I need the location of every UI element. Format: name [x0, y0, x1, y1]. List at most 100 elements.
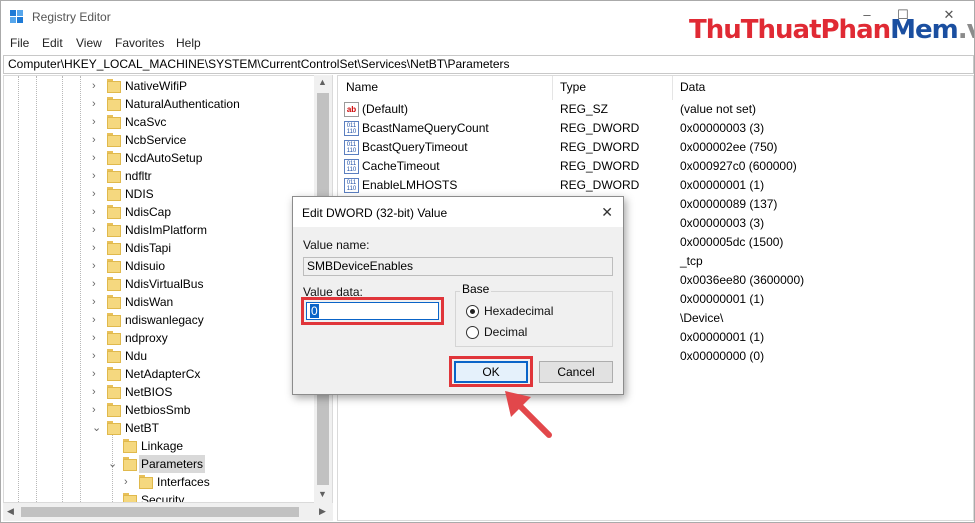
- tree-chevron-icon[interactable]: ⌄: [92, 419, 102, 437]
- close-window-button[interactable]: ✕: [935, 7, 963, 27]
- tree-item[interactable]: › ndiswanlegacy: [4, 311, 314, 329]
- value-data-text: 0: [310, 304, 319, 318]
- tree-item[interactable]: › NdisVirtualBus: [4, 275, 314, 293]
- menu-help[interactable]: Help: [176, 36, 201, 50]
- decimal-label[interactable]: Decimal: [484, 325, 527, 339]
- value-name-cell: BcastNameQueryCount: [362, 121, 489, 135]
- tree-item[interactable]: › NetAdapterCx: [4, 365, 314, 383]
- tree-chevron-icon[interactable]: ›: [92, 329, 102, 347]
- value-data-input[interactable]: 0: [306, 302, 439, 320]
- tree-chevron-icon[interactable]: ›: [92, 347, 102, 365]
- column-data-header[interactable]: Data: [680, 80, 705, 94]
- tree-item[interactable]: Linkage: [4, 437, 314, 455]
- tree-item-label: ndfltr: [125, 169, 152, 183]
- tree-item[interactable]: › NcaSvc: [4, 113, 314, 131]
- decimal-radio[interactable]: [466, 326, 479, 339]
- column-name-header[interactable]: Name: [346, 80, 378, 94]
- tree-item[interactable]: › NativeWifiP: [4, 77, 314, 95]
- menu-file[interactable]: File: [10, 36, 29, 50]
- tree-item[interactable]: › Interfaces: [4, 473, 314, 491]
- value-row[interactable]: 011 110 BcastNameQueryCount REG_DWORD 0x0000…: [338, 119, 973, 138]
- tree-item[interactable]: › ndfltr: [4, 167, 314, 185]
- value-name-cell: (Default): [362, 102, 409, 116]
- tree-item[interactable]: Security: [4, 491, 314, 503]
- scroll-down-icon[interactable]: ▼: [318, 489, 327, 499]
- folder-icon: [107, 169, 121, 183]
- tree-item-label: NetBIOS: [125, 385, 173, 399]
- tree-item[interactable]: › NcdAutoSetup: [4, 149, 314, 167]
- tree-item[interactable]: › NdisImPlatform: [4, 221, 314, 239]
- value-row[interactable]: ab (Default) REG_SZ (value not set): [338, 100, 973, 119]
- tree-item[interactable]: › NDIS: [4, 185, 314, 203]
- tree-chevron-icon[interactable]: ›: [92, 95, 102, 113]
- value-data-cell: 0x00000001 (1): [680, 330, 765, 344]
- tree-item[interactable]: › NetbiosSmb: [4, 401, 314, 419]
- tree-chevron-icon[interactable]: ›: [92, 185, 102, 203]
- tree-item[interactable]: › NdisCap: [4, 203, 314, 221]
- tree-item[interactable]: › NdisTapi: [4, 239, 314, 257]
- ok-button[interactable]: OK: [454, 361, 528, 383]
- tree-item[interactable]: ⌄ Parameters: [4, 455, 314, 473]
- hscroll-thumb[interactable]: [21, 507, 299, 517]
- value-type-cell: REG_DWORD: [560, 178, 640, 192]
- menu-bar: File Edit View Favorites Help: [1, 34, 974, 54]
- scroll-up-icon[interactable]: ▲: [318, 77, 327, 87]
- scroll-right-icon[interactable]: ▶: [319, 506, 326, 517]
- value-row[interactable]: 011 110 BcastQueryTimeout REG_DWORD 0x000002…: [338, 138, 973, 157]
- tree-chevron-icon[interactable]: ›: [92, 149, 102, 167]
- tree-item-label: NaturalAuthentication: [125, 97, 240, 111]
- tree-item[interactable]: › Ndisuio: [4, 257, 314, 275]
- tree-chevron-icon[interactable]: ›: [92, 113, 102, 131]
- tree-item[interactable]: › NdisWan: [4, 293, 314, 311]
- folder-icon: [107, 313, 121, 327]
- folder-icon: [107, 259, 121, 273]
- tree-chevron-icon[interactable]: ›: [92, 401, 102, 419]
- tree-chevron-icon[interactable]: ›: [92, 239, 102, 257]
- tree-chevron-icon[interactable]: ›: [92, 311, 102, 329]
- tree-chevron-icon[interactable]: ›: [92, 365, 102, 383]
- tree-chevron-icon[interactable]: ⌄: [108, 455, 118, 473]
- address-bar[interactable]: Computer\HKEY_LOCAL_MACHINE\SYSTEM\Curre…: [3, 55, 974, 74]
- tree-chevron-icon[interactable]: ›: [92, 383, 102, 401]
- hexadecimal-radio[interactable]: [466, 305, 479, 318]
- folder-icon: [107, 115, 121, 129]
- tree-item[interactable]: › ndproxy: [4, 329, 314, 347]
- tree-chevron-icon[interactable]: ›: [92, 293, 102, 311]
- tree-chevron-icon[interactable]: ›: [92, 167, 102, 185]
- tree-chevron-icon[interactable]: ›: [92, 203, 102, 221]
- tree-item-label: NdisCap: [125, 205, 172, 219]
- scroll-left-icon[interactable]: ◀: [7, 506, 14, 517]
- menu-edit[interactable]: Edit: [42, 36, 63, 50]
- tree-item-label: Ndu: [125, 349, 148, 363]
- tree-item[interactable]: › NcbService: [4, 131, 314, 149]
- tree-item[interactable]: ⌄ NetBT: [4, 419, 314, 437]
- value-row[interactable]: 011 110 EnableLMHOSTS REG_DWORD 0x00000001 (…: [338, 176, 973, 195]
- menu-view[interactable]: View: [76, 36, 102, 50]
- tree-horizontal-scrollbar[interactable]: ◀ ▶: [3, 503, 333, 521]
- column-type-header[interactable]: Type: [560, 80, 586, 94]
- folder-icon: [123, 457, 137, 471]
- menu-favorites[interactable]: Favorites: [115, 36, 164, 50]
- tree-item[interactable]: › Ndu: [4, 347, 314, 365]
- tree-chevron-icon[interactable]: ›: [124, 473, 134, 491]
- tree-chevron-icon[interactable]: ›: [92, 257, 102, 275]
- dialog-close-icon[interactable]: ✕: [601, 204, 613, 221]
- tree-chevron-icon[interactable]: ›: [92, 221, 102, 239]
- value-type-cell: REG_SZ: [560, 102, 609, 116]
- tree-item[interactable]: › NetBIOS: [4, 383, 314, 401]
- value-row[interactable]: 011 110 CacheTimeout REG_DWORD 0x000927c0 (6…: [338, 157, 973, 176]
- folder-icon: [107, 97, 121, 111]
- tree-chevron-icon[interactable]: ›: [92, 131, 102, 149]
- value-data-cell: \Device\: [680, 311, 724, 325]
- tree-item-label: Security: [141, 493, 185, 503]
- tree-item-label: ndiswanlegacy: [125, 313, 204, 327]
- maximize-button[interactable]: ☐: [889, 7, 917, 27]
- tree-chevron-icon[interactable]: ›: [92, 275, 102, 293]
- value-name-cell: EnableLMHOSTS: [362, 178, 458, 192]
- tree-chevron-icon[interactable]: ›: [92, 77, 102, 95]
- folder-icon: [107, 277, 121, 291]
- tree-item[interactable]: › NaturalAuthentication: [4, 95, 314, 113]
- cancel-button[interactable]: Cancel: [539, 361, 613, 383]
- hexadecimal-label[interactable]: Hexadecimal: [484, 304, 553, 318]
- minimize-button[interactable]: –: [853, 7, 881, 27]
